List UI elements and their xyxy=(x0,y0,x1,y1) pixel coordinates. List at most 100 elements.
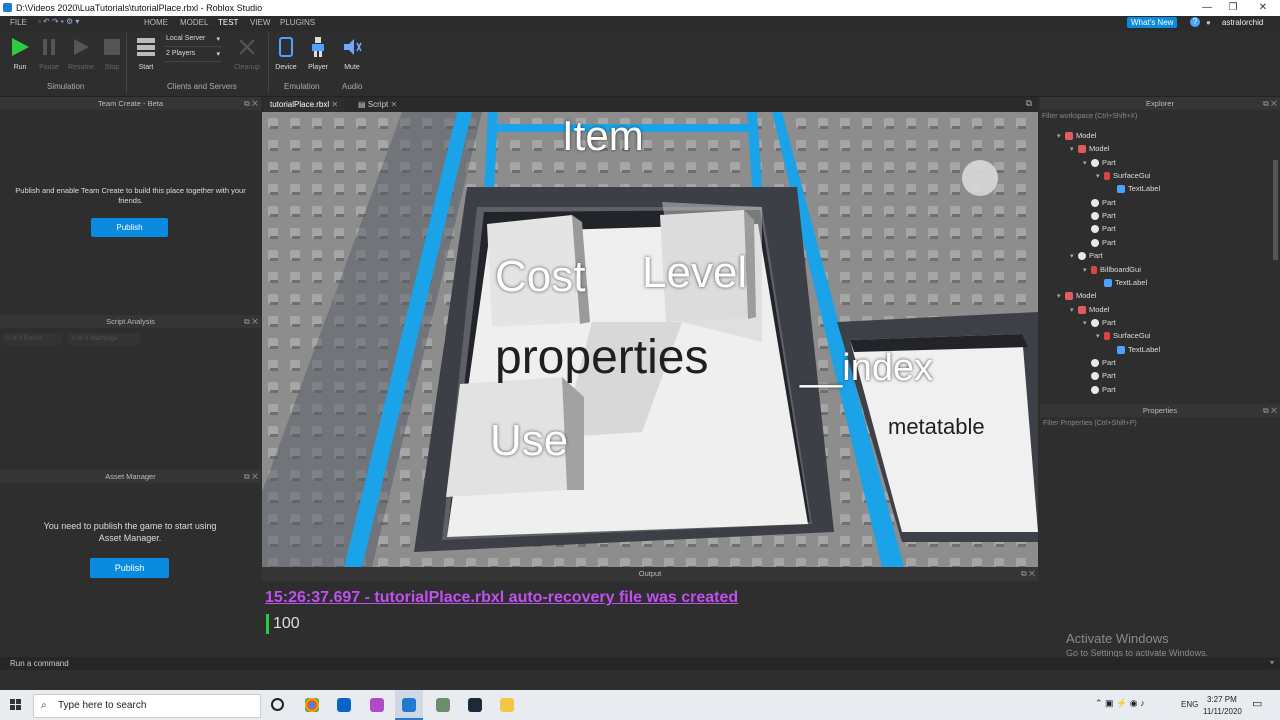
tab-test[interactable]: TEST xyxy=(218,18,238,27)
terminal-icon[interactable] xyxy=(468,698,482,712)
tab-script[interactable]: ▤ Script ✕ xyxy=(352,97,403,112)
explorer-tree-row[interactable]: ▾ Model xyxy=(1040,289,1096,302)
windows-start-icon[interactable] xyxy=(10,699,22,711)
maximize-viewport-icon[interactable]: ⧉ xyxy=(1026,98,1032,109)
chevron-down-icon[interactable]: ▾ xyxy=(1083,264,1091,277)
chevron-down-icon[interactable]: ▾ xyxy=(1057,130,1065,143)
start-button[interactable]: Start xyxy=(129,36,163,71)
team-create-publish-button[interactable]: Publish xyxy=(91,218,168,237)
properties-filter-input[interactable]: Filter Properties (Ctrl+Shift+P) xyxy=(1043,420,1137,427)
panel-controls-icon[interactable]: ⧉ ✕ xyxy=(244,97,258,110)
output-autorecovery-line[interactable]: 15:26:37.697 - tutorialPlace.rbxl auto-r… xyxy=(265,589,738,607)
mail-icon[interactable] xyxy=(337,698,351,712)
quick-access-icons[interactable]: ▫ ↶ ↷ ▪ ⚙ ▾ xyxy=(38,17,79,26)
notifications-icon[interactable]: ▭ xyxy=(1252,697,1262,710)
panel-controls-icon[interactable]: ⧉ ✕ xyxy=(244,315,258,328)
photos-icon[interactable] xyxy=(370,698,384,712)
explorer-tree-row[interactable]: Part xyxy=(1040,209,1116,222)
explorer-filter-input[interactable]: Filter workspace (Ctrl+Shift+X) xyxy=(1042,113,1278,124)
explorer-scrollbar[interactable] xyxy=(1273,160,1278,260)
chevron-down-icon[interactable]: ▾ xyxy=(1070,143,1078,156)
cortana-icon[interactable] xyxy=(271,698,284,711)
command-bar[interactable]: Run a command ▾ xyxy=(0,657,1280,670)
chevron-down-icon[interactable]: ▾ xyxy=(1057,290,1065,303)
system-tray-icons[interactable]: ⌃ ▣ ⚡ ◉ ♪ xyxy=(1095,698,1145,709)
window-title: D:\Videos 2020\LuaTutorials\tutorialPlac… xyxy=(16,3,263,13)
explorer-tree-row[interactable]: TextLabel xyxy=(1040,343,1160,356)
explorer-tree-row[interactable]: ▾ Part xyxy=(1040,156,1116,169)
taskbar-time[interactable]: 3:27 PM xyxy=(1207,695,1237,704)
explorer-tree-row[interactable]: Part xyxy=(1040,236,1116,249)
restore-button[interactable]: ❐ xyxy=(1226,2,1240,13)
player-button[interactable]: Player xyxy=(301,36,335,71)
asset-manager-publish-button[interactable]: Publish xyxy=(90,558,169,578)
gui-icon xyxy=(1091,265,1097,274)
gui-icon xyxy=(1104,332,1110,341)
play-icon xyxy=(12,38,29,56)
chevron-down-icon[interactable]: ▾ xyxy=(1070,250,1078,263)
taskbar-date[interactable]: 11/11/2020 xyxy=(1203,707,1242,716)
file-explorer-icon[interactable] xyxy=(500,698,514,712)
tab-tutorialplace[interactable]: tutorialPlace.rbxl ✕ xyxy=(264,97,345,112)
explorer-tree-row[interactable]: Part xyxy=(1040,196,1116,209)
explorer-tree-row[interactable]: ▾ Model xyxy=(1040,303,1109,316)
chevron-down-icon[interactable]: ▾ xyxy=(1083,157,1091,170)
chevron-down-icon[interactable]: ▾ xyxy=(1270,658,1274,667)
server-select[interactable]: Local Server ▾ xyxy=(164,35,222,47)
panel-controls-icon[interactable]: ⧉ ✕ xyxy=(1263,97,1277,110)
properties-title: Properties xyxy=(1142,406,1178,415)
explorer-tree-row[interactable]: Part xyxy=(1040,383,1116,396)
explorer-tree-row[interactable]: TextLabel xyxy=(1040,276,1147,289)
app-icon[interactable] xyxy=(436,698,450,712)
tab-plugins[interactable]: PLUGINS xyxy=(280,18,315,27)
explorer-tree-row[interactable]: Part xyxy=(1040,369,1116,382)
close-button[interactable]: ✕ xyxy=(1256,2,1270,13)
explorer-tree-row[interactable]: Part xyxy=(1040,222,1116,235)
explorer-tree-row[interactable]: ▾ BillboardGui xyxy=(1040,263,1141,276)
explorer-tree-row[interactable]: Part xyxy=(1040,356,1116,369)
chevron-down-icon[interactable]: ▾ xyxy=(1096,170,1104,183)
explorer-tree-row[interactable]: ▾ Model xyxy=(1040,142,1109,155)
username[interactable]: astralorchid xyxy=(1222,18,1263,27)
explorer-tree-row[interactable]: ▾ Part xyxy=(1040,316,1116,329)
taskbar-search-placeholder: Type here to search xyxy=(58,700,147,711)
warnings-filter-button[interactable]: 0 of 0 Warnings xyxy=(68,333,140,345)
explorer-tree-row[interactable]: ▾ SurfaceGui xyxy=(1040,169,1151,182)
server-select-value: Local Server xyxy=(166,35,206,42)
tab-home[interactable]: HOME xyxy=(144,18,168,27)
part-icon xyxy=(1091,372,1099,381)
language-indicator[interactable]: ENG xyxy=(1181,700,1198,709)
panel-controls-icon[interactable]: ⧉ ✕ xyxy=(1263,404,1277,417)
cleanup-button[interactable]: Cleanup xyxy=(230,36,264,71)
explorer-tree-row[interactable]: ▾ Model xyxy=(1040,129,1096,142)
explorer-tree-row[interactable]: ▾ SurfaceGui xyxy=(1040,329,1151,342)
device-button[interactable]: Device xyxy=(269,36,303,71)
chevron-down-icon[interactable]: ▾ xyxy=(1083,317,1091,330)
user-icon[interactable]: ● xyxy=(1206,18,1211,27)
mute-button[interactable]: Mute xyxy=(335,36,369,71)
chevron-down-icon[interactable]: ▾ xyxy=(1070,304,1078,317)
explorer-tree-row[interactable]: ▾ Part xyxy=(1040,249,1103,262)
close-icon[interactable]: ✕ xyxy=(390,100,397,109)
panel-controls-icon[interactable]: ⧉ ✕ xyxy=(1021,567,1035,580)
pause-button[interactable]: Pause xyxy=(32,36,66,71)
simulation-group-label: Simulation xyxy=(47,82,85,91)
tab-view[interactable]: VIEW xyxy=(250,18,270,27)
game-viewport[interactable]: Item Cost Level properties Use __index m… xyxy=(262,112,1038,567)
chevron-down-icon[interactable]: ▾ xyxy=(1096,330,1104,343)
stop-button[interactable]: Stop xyxy=(95,36,129,71)
tab-model[interactable]: MODEL xyxy=(180,18,208,27)
errors-filter-button[interactable]: 0 of 0 Errors xyxy=(2,333,62,345)
resume-button[interactable]: Resume xyxy=(64,36,98,71)
roblox-studio-taskbar-button[interactable] xyxy=(395,690,423,720)
chrome-icon[interactable] xyxy=(305,698,319,712)
taskbar-search-input[interactable]: ⌕ Type here to search xyxy=(33,694,261,718)
players-select[interactable]: 2 Players ▾ xyxy=(164,50,222,62)
whats-new-button[interactable]: What's New xyxy=(1127,17,1178,28)
close-icon[interactable]: ✕ xyxy=(331,100,338,109)
panel-controls-icon[interactable]: ⧉ ✕ xyxy=(244,470,258,483)
minimize-button[interactable]: — xyxy=(1200,2,1214,13)
explorer-tree-row[interactable]: TextLabel xyxy=(1040,182,1160,195)
file-menu[interactable]: FILE xyxy=(10,18,27,27)
help-icon[interactable]: ? xyxy=(1190,17,1200,27)
